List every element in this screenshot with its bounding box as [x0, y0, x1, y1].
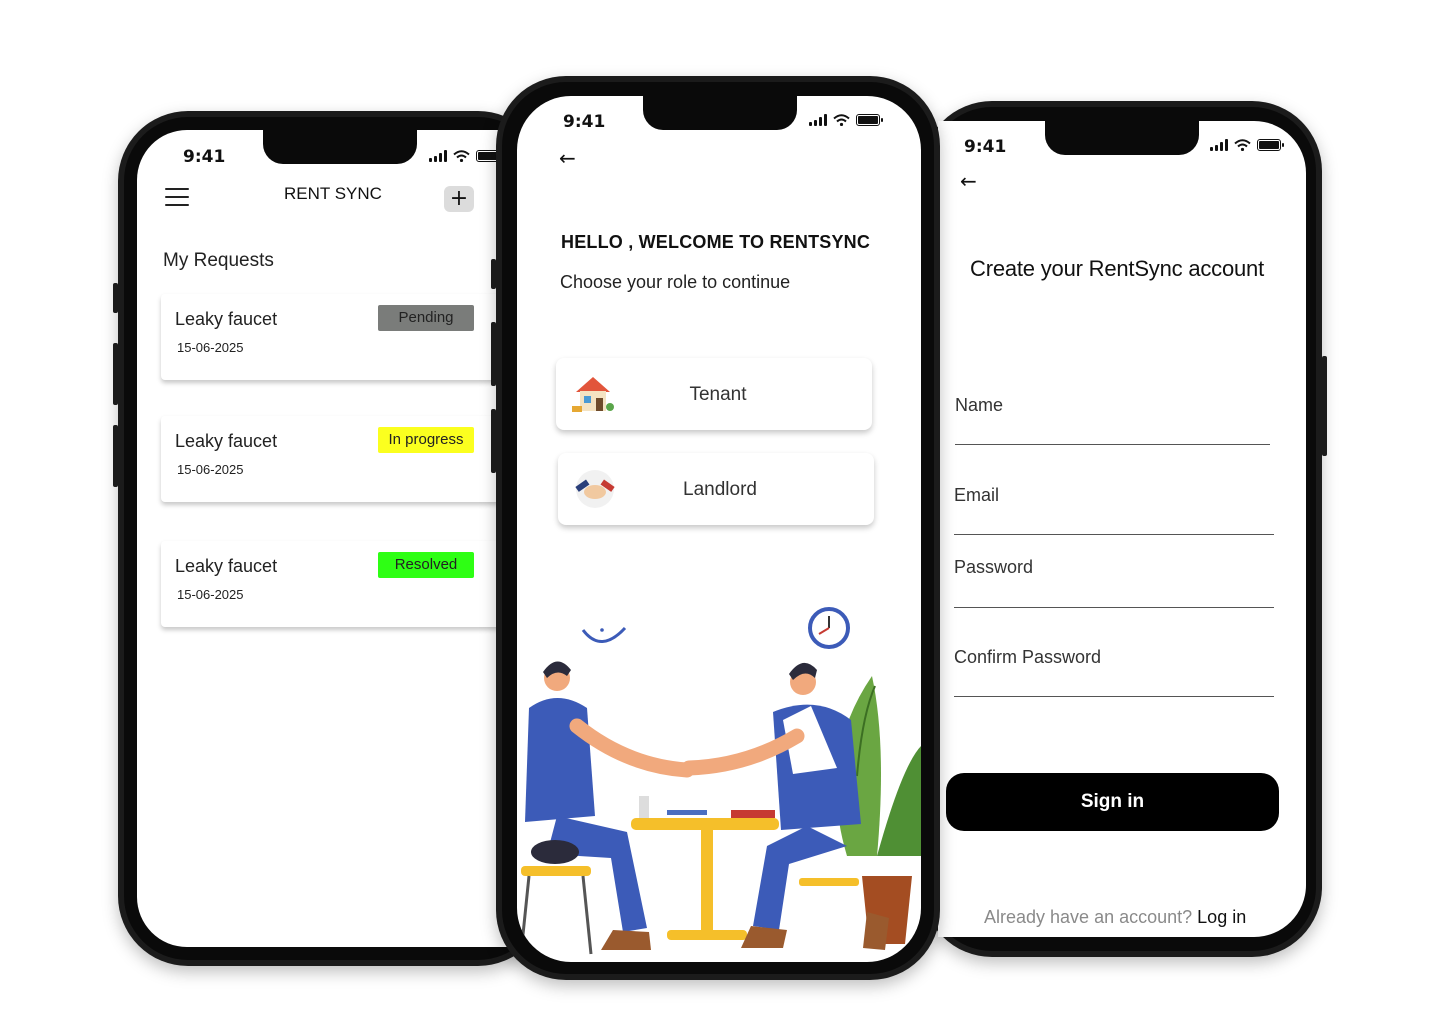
battery-icon: [856, 114, 883, 126]
welcome-subtitle: Choose your role to continue: [560, 272, 791, 292]
status-badge: Pending: [378, 305, 474, 331]
phone-requests: 9:41 RENT SYNC + My Requests Leaky fauce…: [113, 111, 548, 966]
app-title: RENT SYNC: [284, 184, 382, 203]
email-label: Email: [954, 485, 1000, 505]
role-card-landlord[interactable]: Landlord: [558, 453, 874, 525]
sign-in-button[interactable]: Sign in: [946, 773, 1279, 831]
notch: [1045, 121, 1199, 155]
request-title: Leaky faucet: [175, 309, 278, 329]
email-field[interactable]: Email: [954, 471, 1274, 535]
role-screen: 9:41 ← HELLO , WELCOME TO RENTSYNC Choos…: [517, 96, 921, 962]
mute-switch: [113, 283, 118, 313]
back-arrow-icon[interactable]: ←: [559, 146, 576, 170]
signal-icon: [809, 114, 827, 126]
request-card[interactable]: Leaky faucet 15-06-2025 Resolved: [161, 541, 501, 627]
status-time: 9:41: [183, 147, 226, 167]
status-time: 9:41: [563, 112, 606, 132]
section-title: My Requests: [163, 250, 274, 271]
page-title: Create your RentSync account: [970, 256, 1264, 281]
add-request-button[interactable]: +: [444, 186, 474, 212]
login-prompt: Already have an account? Log in: [984, 907, 1246, 928]
wifi-icon: [1234, 139, 1251, 151]
request-title: Leaky faucet: [175, 431, 278, 451]
wifi-icon: [833, 114, 850, 126]
mute-switch: [491, 259, 496, 289]
notch: [643, 96, 797, 130]
role-label: Landlord: [683, 479, 757, 500]
phone-role-select: 9:41 ← HELLO , WELCOME TO RENTSYNC Choos…: [491, 76, 940, 980]
volume-down-button: [491, 409, 496, 473]
menu-icon[interactable]: [165, 188, 189, 206]
status-icons: [1210, 139, 1284, 151]
status-icons: [429, 150, 503, 162]
mockup-stage: 9:41 RENT SYNC + My Requests Leaky fauce…: [0, 0, 1440, 1024]
request-card[interactable]: Leaky faucet 15-06-2025 Pending: [161, 294, 501, 380]
name-field[interactable]: Name: [955, 381, 1270, 445]
volume-up-button: [113, 343, 118, 405]
battery-icon: [1257, 139, 1284, 151]
requests-screen: 9:41 RENT SYNC + My Requests Leaky fauce…: [137, 130, 548, 947]
wifi-icon: [453, 150, 470, 162]
confirm-password-field[interactable]: Confirm Password: [954, 633, 1274, 697]
role-label: Tenant: [689, 384, 747, 405]
request-date: 15-06-2025: [177, 587, 244, 602]
signal-icon: [1210, 139, 1228, 151]
welcome-title: HELLO , WELCOME TO RENTSYNC: [561, 232, 871, 252]
request-title: Leaky faucet: [175, 556, 278, 576]
phone-signup: 9:41 ← Create your RentSync account Name…: [922, 101, 1327, 957]
role-card-tenant[interactable]: Tenant: [556, 358, 872, 430]
request-date: 15-06-2025: [177, 462, 244, 477]
handshake-illustration: [519, 607, 921, 955]
status-icons: [809, 114, 883, 126]
power-button: [1322, 356, 1327, 456]
notch: [263, 130, 417, 164]
status-time: 9:41: [964, 137, 1007, 157]
request-date: 15-06-2025: [177, 340, 244, 355]
status-badge: In progress: [378, 427, 474, 453]
login-prompt-text: Already have an account?: [984, 907, 1193, 927]
name-label: Name: [955, 395, 1004, 415]
volume-up-button: [491, 322, 496, 386]
password-label: Password: [954, 557, 1034, 577]
signal-icon: [429, 150, 447, 162]
request-card[interactable]: Leaky faucet 15-06-2025 In progress: [161, 416, 501, 502]
confirm-password-label: Confirm Password: [954, 647, 1102, 667]
back-arrow-icon[interactable]: ←: [960, 169, 977, 193]
volume-down-button: [113, 425, 118, 487]
status-badge: Resolved: [378, 552, 474, 578]
signup-screen: 9:41 ← Create your RentSync account Name…: [938, 121, 1306, 937]
password-field[interactable]: Password: [954, 547, 1274, 608]
login-link[interactable]: Log in: [1197, 907, 1246, 927]
